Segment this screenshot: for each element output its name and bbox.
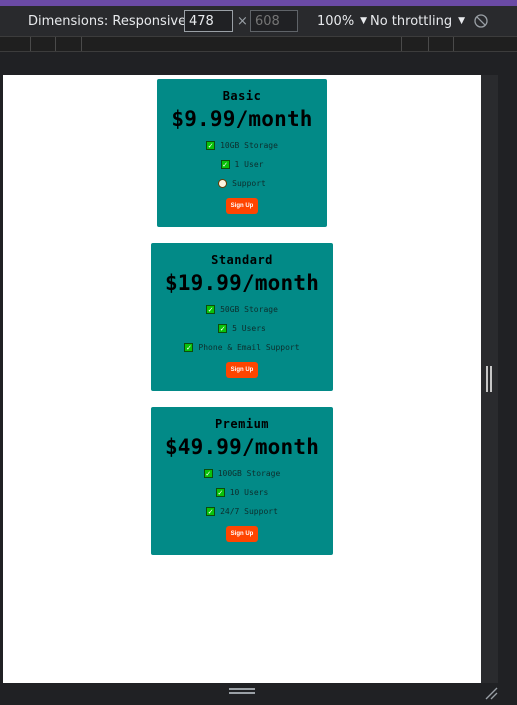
pricing-card-standard: Standard $19.99/month ✓ 50GB Storage ✓ 5…	[151, 243, 333, 391]
checkbox-checked-icon: ✓	[206, 141, 216, 150]
media-query-marker[interactable]	[55, 37, 56, 51]
sign-up-button[interactable]: Sign Up	[225, 526, 259, 542]
card-title: Standard	[211, 253, 273, 267]
media-query-marker[interactable]	[428, 37, 429, 51]
feature-text: 100GB Storage	[217, 469, 281, 478]
feature-text: 5 Users	[232, 324, 266, 333]
media-query-marker[interactable]	[30, 37, 31, 51]
zoom-label: 100%	[317, 13, 355, 29]
device-viewport: Basic $9.99/month ✓ 10GB Storage ✓ 1 Use…	[3, 75, 481, 683]
throttling-label: No throttling	[370, 13, 453, 29]
feature-item: ✓ 10 Users	[215, 488, 269, 497]
feature-item: ✓ 10GB Storage	[206, 141, 278, 150]
card-price: $19.99/month	[164, 271, 320, 295]
checkbox-checked-icon: ✓	[220, 160, 230, 169]
resize-corner-icon[interactable]	[484, 686, 498, 700]
checkbox-checked-icon: ✓	[184, 343, 194, 352]
checkbox-checked-icon: ✓	[203, 469, 213, 478]
feature-text: Support	[232, 179, 266, 188]
media-query-marker[interactable]	[401, 37, 402, 51]
feature-item: Support	[218, 179, 266, 188]
checkbox-checked-icon: ✓	[206, 305, 216, 314]
resize-handle-right[interactable]	[486, 366, 492, 392]
feature-text: 10GB Storage	[220, 141, 278, 150]
media-query-marker[interactable]	[453, 37, 454, 51]
card-price: $49.99/month	[164, 435, 320, 459]
pricing-card-premium: Premium $49.99/month ✓ 100GB Storage ✓ 1…	[151, 407, 333, 555]
sign-up-button[interactable]: Sign Up	[225, 362, 259, 378]
card-price: $9.99/month	[171, 107, 313, 131]
zoom-dropdown[interactable]: 100% ▼	[317, 14, 367, 29]
rotate-icon[interactable]	[474, 14, 488, 28]
feature-text: 1 User	[234, 160, 264, 169]
chevron-down-icon: ▼	[458, 16, 465, 26]
dimensions-label: Dimensions: Responsive	[28, 13, 187, 29]
chevron-down-icon: ▼	[360, 16, 368, 26]
feature-item: ✓ 1 User	[220, 160, 264, 169]
feature-text: Phone & Email Support	[198, 343, 300, 352]
feature-item: ✓ 5 Users	[218, 324, 266, 333]
feature-item: ✓ Phone & Email Support	[184, 343, 300, 352]
feature-text: 50GB Storage	[220, 305, 278, 314]
media-query-marker[interactable]	[81, 37, 82, 51]
feature-text: 10 Users	[229, 488, 269, 497]
device-toolbar: Dimensions: Responsive ▼ × 100% ▼ No thr…	[0, 6, 517, 36]
checkbox-checked-icon: ✓	[206, 507, 216, 516]
card-title: Premium	[214, 417, 270, 431]
height-input[interactable]	[250, 10, 298, 32]
width-input[interactable]	[184, 10, 233, 32]
feature-text: 24/7 Support	[220, 507, 278, 516]
checkbox-checked-icon: ✓	[218, 324, 228, 333]
feature-item: ✓ 100GB Storage	[203, 469, 281, 478]
feature-item: ✓ 24/7 Support	[206, 507, 278, 516]
throttling-dropdown[interactable]: No throttling ▼	[370, 14, 465, 29]
sign-up-button[interactable]: Sign Up	[225, 198, 259, 214]
card-title: Basic	[222, 89, 262, 103]
pricing-card-basic: Basic $9.99/month ✓ 10GB Storage ✓ 1 Use…	[157, 79, 327, 227]
resize-handle-bottom[interactable]	[229, 688, 255, 694]
dimensions-dropdown[interactable]: Dimensions: Responsive ▼	[28, 14, 199, 29]
checkbox-checked-icon: ✓	[215, 488, 225, 497]
circle-icon	[218, 179, 228, 188]
dimension-separator: ×	[237, 14, 248, 29]
feature-item: ✓ 50GB Storage	[206, 305, 278, 314]
media-query-bar	[0, 36, 517, 52]
